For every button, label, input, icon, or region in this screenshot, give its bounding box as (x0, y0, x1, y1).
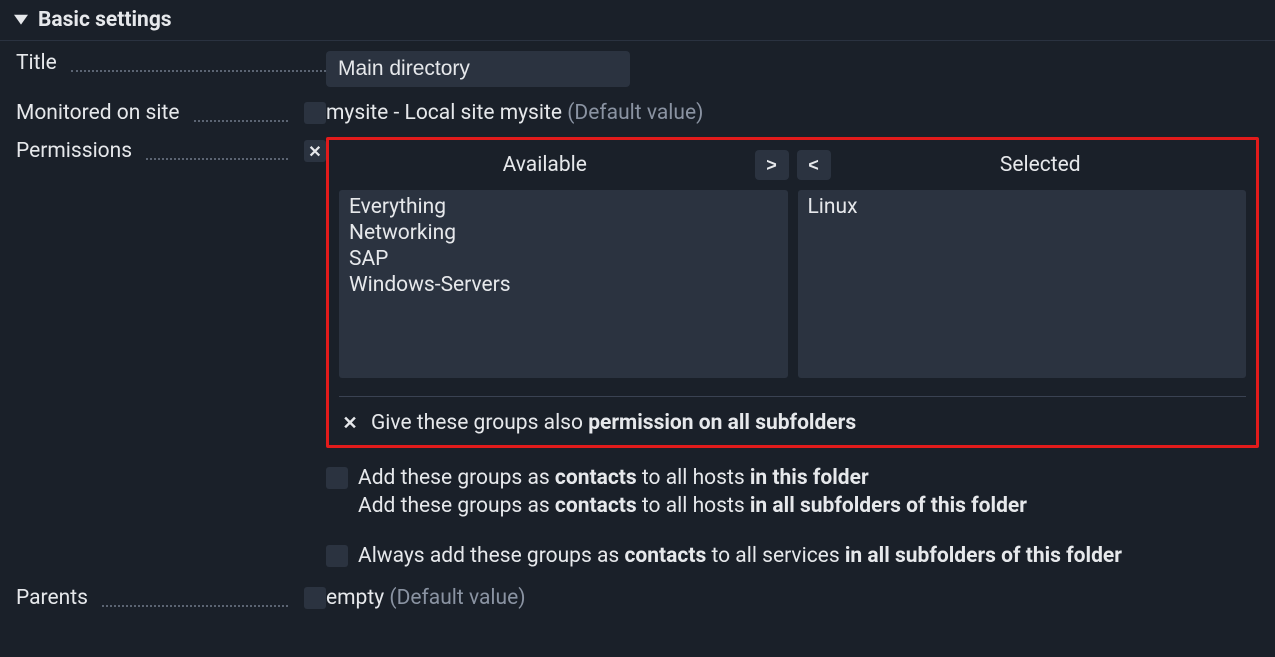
section-header[interactable]: Basic settings (0, 0, 1275, 41)
monitored-checkbox[interactable] (304, 102, 326, 124)
parents-default: (Default value) (389, 586, 525, 610)
move-right-button[interactable]: > (755, 150, 789, 180)
caret-down-icon (14, 8, 28, 32)
opt-contacts-this-folder: Add these groups as contacts to all host… (326, 466, 1259, 490)
subfolders-label: Give these groups also permission on all… (371, 411, 856, 435)
row-permissions: Permissions ✕ Available > < Selected Eve… (16, 139, 1259, 572)
parents-value: empty (326, 586, 384, 610)
monitored-value: mysite - Local site mysite (326, 101, 562, 125)
close-icon: ✕ (308, 142, 321, 161)
subfolders-toggle[interactable]: ✕ (339, 412, 361, 434)
permissions-panel: Available > < Selected Everything Networ… (326, 137, 1259, 448)
option-label: Add these groups as contacts to all host… (358, 494, 1027, 518)
row-parents: Parents empty (Default value) (16, 586, 1259, 610)
label-permissions: Permissions (16, 139, 132, 163)
list-item[interactable]: Windows-Servers (347, 272, 780, 298)
subfolders-option: ✕ Give these groups also permission on a… (339, 396, 1246, 435)
move-left-button[interactable]: < (797, 150, 831, 180)
option-label: Add these groups as contacts to all host… (358, 466, 869, 490)
monitored-default: (Default value) (567, 101, 703, 125)
label-monitored: Monitored on site (16, 101, 180, 125)
section-title: Basic settings (38, 8, 172, 32)
checkbox[interactable] (326, 545, 348, 567)
duallist-body: Everything Networking SAP Windows-Server… (339, 190, 1246, 378)
dots (71, 54, 326, 72)
label-parents: Parents (16, 586, 88, 610)
contacts-services-option: Always add these groups as contacts to a… (326, 544, 1259, 568)
option-label: Always add these groups as contacts to a… (358, 544, 1122, 568)
selected-listbox[interactable]: Linux (798, 190, 1247, 378)
contacts-hosts-options: Add these groups as contacts to all host… (326, 466, 1259, 518)
form: Title Monitored on site mysite - Local s… (0, 41, 1275, 640)
row-monitored: Monitored on site mysite - Local site my… (16, 101, 1259, 125)
available-listbox[interactable]: Everything Networking SAP Windows-Server… (339, 190, 788, 378)
dots (102, 589, 288, 607)
row-title: Title (16, 51, 1259, 87)
dots (146, 142, 288, 160)
title-input[interactable] (326, 51, 630, 87)
selected-header: Selected (835, 153, 1247, 177)
checkbox[interactable] (326, 467, 348, 489)
opt-contacts-services: Always add these groups as contacts to a… (326, 544, 1259, 568)
label-title: Title (16, 51, 57, 75)
list-item[interactable]: SAP (347, 246, 780, 272)
list-item[interactable]: Everything (347, 194, 780, 220)
list-item[interactable]: Linux (806, 194, 1239, 220)
permissions-clear-button[interactable]: ✕ (304, 140, 326, 162)
close-icon: ✕ (342, 413, 357, 434)
duallist-header: Available > < Selected (339, 148, 1246, 182)
available-header: Available (339, 153, 751, 177)
opt-contacts-subfolders: Add these groups as contacts to all host… (326, 494, 1259, 518)
list-item[interactable]: Networking (347, 220, 780, 246)
parents-checkbox[interactable] (304, 587, 326, 609)
dots (194, 104, 289, 122)
